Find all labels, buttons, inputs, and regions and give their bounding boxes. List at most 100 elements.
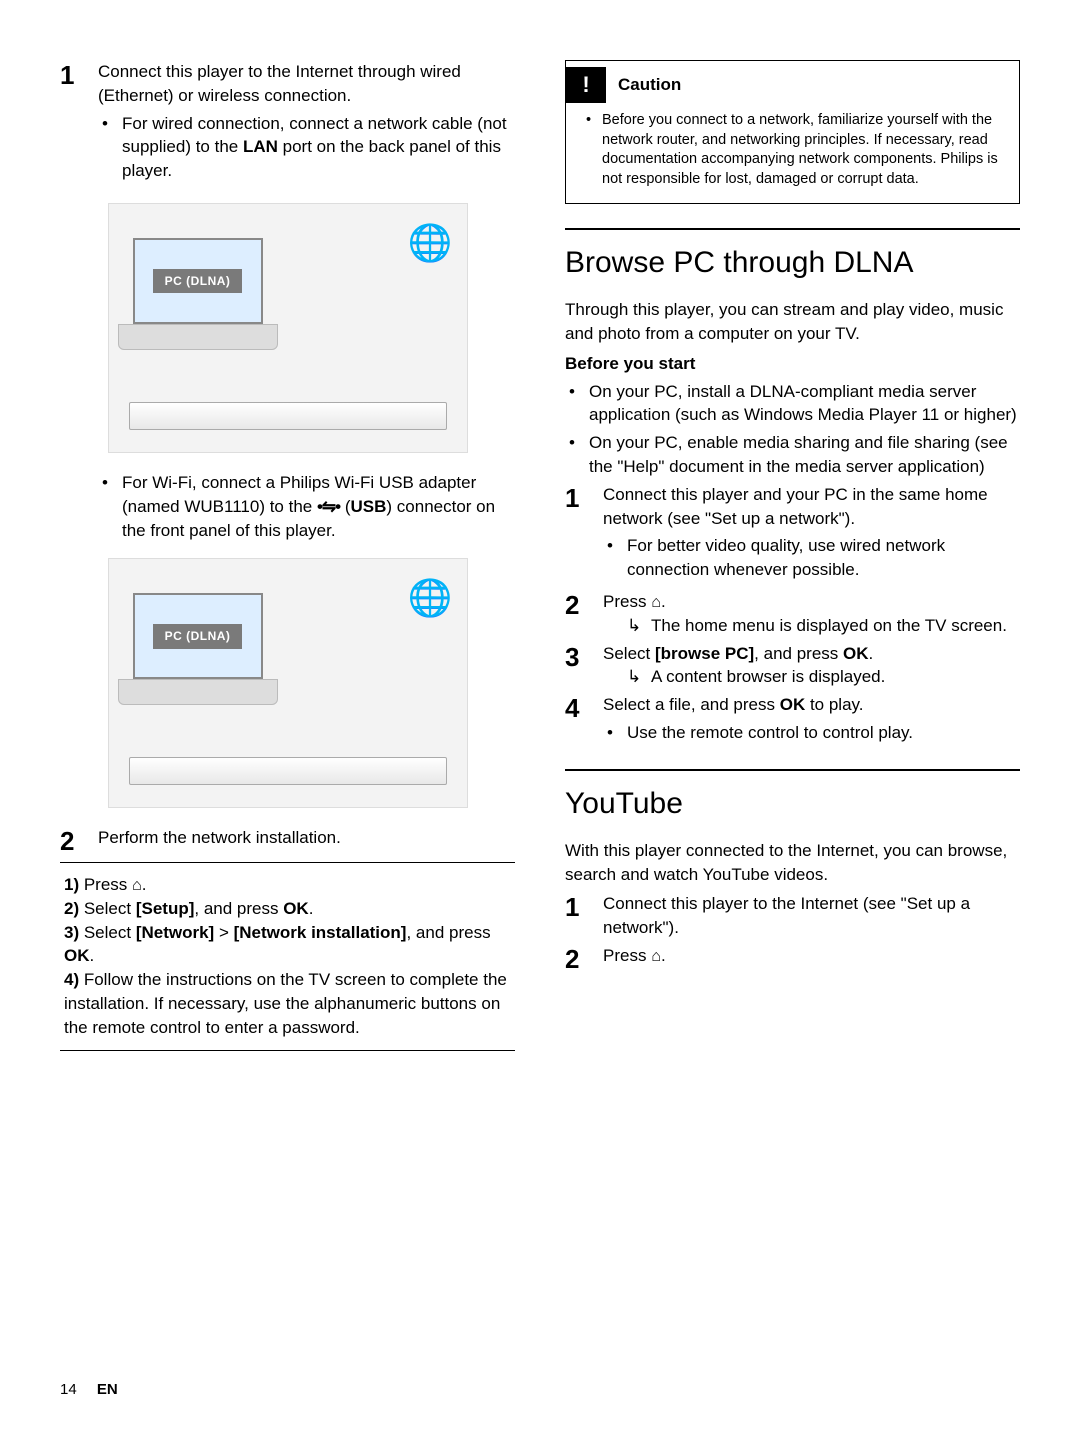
- wired-bullet: For wired connection, connect a network …: [122, 112, 515, 183]
- lan-label: LAN: [243, 137, 278, 156]
- result-arrow-icon: ↳: [627, 614, 651, 638]
- language-label: EN: [97, 1381, 118, 1398]
- pc-dlna-label: PC (DLNA): [153, 269, 243, 294]
- laptop-illustration: PC (DLNA): [133, 238, 293, 358]
- divider: [60, 1050, 515, 1051]
- menu-label: [Setup]: [136, 899, 195, 918]
- left-column: 1 Connect this player to the Internet th…: [60, 60, 515, 1061]
- text: .: [142, 875, 147, 894]
- text: .: [309, 899, 314, 918]
- text: Press: [79, 875, 132, 894]
- left-step-1: 1 Connect this player to the Internet th…: [60, 60, 515, 187]
- laptop-illustration: PC (DLNA): [133, 593, 293, 713]
- list-item: For better video quality, use wired netw…: [627, 534, 1020, 582]
- step-text: Connect this player to the Internet (see…: [603, 892, 1020, 940]
- ok-label: OK: [780, 695, 806, 714]
- right-column: ! Caution Before you connect to a networ…: [565, 60, 1020, 1061]
- num: 4): [64, 970, 79, 989]
- num: 2): [64, 899, 79, 918]
- usb-label: USB: [351, 497, 387, 516]
- step-number: 2: [565, 944, 603, 974]
- wireless-connection-diagram: 🌐 PC (DLNA): [108, 558, 468, 808]
- step-number: 4: [565, 693, 603, 749]
- home-icon: ⌂: [651, 947, 661, 965]
- result-text: The home menu is displayed on the TV scr…: [651, 614, 1007, 638]
- step-text: Connect this player to the Internet thro…: [98, 62, 461, 105]
- substep-3: 3) Select [Network] > [Network installat…: [64, 921, 515, 969]
- list-item: On your PC, enable media sharing and fil…: [589, 431, 1020, 479]
- text: .: [90, 946, 95, 965]
- text: (: [340, 497, 350, 516]
- menu-label: [browse PC]: [655, 644, 754, 663]
- dlna-intro: Through this player, you can stream and …: [565, 298, 1020, 346]
- substep-2: 2) Select [Setup], and press OK.: [64, 897, 515, 921]
- text: to play.: [805, 695, 863, 714]
- usb-icon: •⇋•: [317, 497, 340, 516]
- caution-text: Before you connect to a network, familia…: [602, 111, 1007, 189]
- player-illustration: [129, 757, 447, 785]
- page-footer: 14 EN: [60, 1379, 118, 1400]
- text: Press: [603, 592, 651, 611]
- dlna-step-4: 4 Select a file, and press OK to play. U…: [565, 693, 1020, 749]
- result-arrow-icon: ↳: [627, 665, 651, 689]
- wired-bullet-list: For wired connection, connect a network …: [98, 112, 515, 183]
- step-number: 1: [565, 483, 603, 586]
- globe-icon: 🌐: [408, 573, 453, 623]
- caution-icon: !: [566, 67, 606, 103]
- text: Select a file, and press: [603, 695, 780, 714]
- dlna-step-3: 3 Select [browse PC], and press OK. ↳ A …: [565, 642, 1020, 690]
- caution-box: ! Caution Before you connect to a networ…: [565, 60, 1020, 204]
- step-text: Connect this player and your PC in the s…: [603, 485, 988, 528]
- text: .: [661, 592, 666, 611]
- home-icon: ⌂: [132, 876, 142, 894]
- ok-label: OK: [843, 644, 869, 663]
- list-item: Use the remote control to control play.: [627, 721, 1020, 745]
- player-illustration: [129, 402, 447, 430]
- text: >: [214, 923, 233, 942]
- ok-label: OK: [64, 946, 90, 965]
- menu-label: [Network installation]: [234, 923, 407, 942]
- dlna-step-1: 1 Connect this player and your PC in the…: [565, 483, 1020, 586]
- result-text: A content browser is displayed.: [651, 665, 885, 689]
- step-body: Connect this player to the Internet thro…: [98, 60, 515, 187]
- divider: [60, 862, 515, 863]
- youtube-intro: With this player connected to the Intern…: [565, 839, 1020, 887]
- left-step-2: 2 Perform the network installation.: [60, 826, 515, 856]
- step-number: 1: [565, 892, 603, 940]
- wifi-bullet-block: For Wi-Fi, connect a Philips Wi-Fi USB a…: [60, 471, 515, 542]
- step-number: 3: [565, 642, 603, 690]
- text: , and press: [406, 923, 490, 942]
- text: Follow the instructions on the TV screen…: [64, 970, 507, 1037]
- step-number: 2: [565, 590, 603, 638]
- before-you-start-label: Before you start: [565, 352, 1020, 376]
- substep-4: 4) Follow the instructions on the TV scr…: [64, 968, 515, 1039]
- step-number: 2: [60, 826, 98, 856]
- youtube-step-1: 1 Connect this player to the Internet (s…: [565, 892, 1020, 940]
- list-item: On your PC, install a DLNA-compliant med…: [589, 380, 1020, 428]
- text: , and press: [194, 899, 283, 918]
- text: Press: [603, 946, 651, 965]
- home-icon: ⌂: [651, 593, 661, 611]
- globe-icon: 🌐: [408, 218, 453, 268]
- pc-dlna-label: PC (DLNA): [153, 624, 243, 649]
- substeps: 1) Press ⌂. 2) Select [Setup], and press…: [60, 873, 515, 1040]
- text: Select: [79, 923, 136, 942]
- step-text: Perform the network installation.: [98, 826, 515, 856]
- num: 1): [64, 875, 79, 894]
- menu-label: [Network]: [136, 923, 214, 942]
- wifi-bullet: For Wi-Fi, connect a Philips Wi-Fi USB a…: [122, 471, 515, 542]
- num: 3): [64, 923, 79, 942]
- two-column-layout: 1 Connect this player to the Internet th…: [60, 60, 1020, 1061]
- youtube-step-2: 2 Press ⌂.: [565, 944, 1020, 974]
- before-you-start-list: On your PC, install a DLNA-compliant med…: [565, 380, 1020, 479]
- dlna-heading: Browse PC through DLNA: [565, 228, 1020, 284]
- dlna-step-2: 2 Press ⌂. ↳ The home menu is displayed …: [565, 590, 1020, 638]
- text: .: [661, 946, 666, 965]
- youtube-heading: YouTube: [565, 769, 1020, 825]
- text: Select: [79, 899, 136, 918]
- ok-label: OK: [283, 899, 309, 918]
- caution-title: Caution: [618, 73, 681, 97]
- step-number: 1: [60, 60, 98, 187]
- text: , and press: [754, 644, 843, 663]
- page-number: 14: [60, 1381, 77, 1398]
